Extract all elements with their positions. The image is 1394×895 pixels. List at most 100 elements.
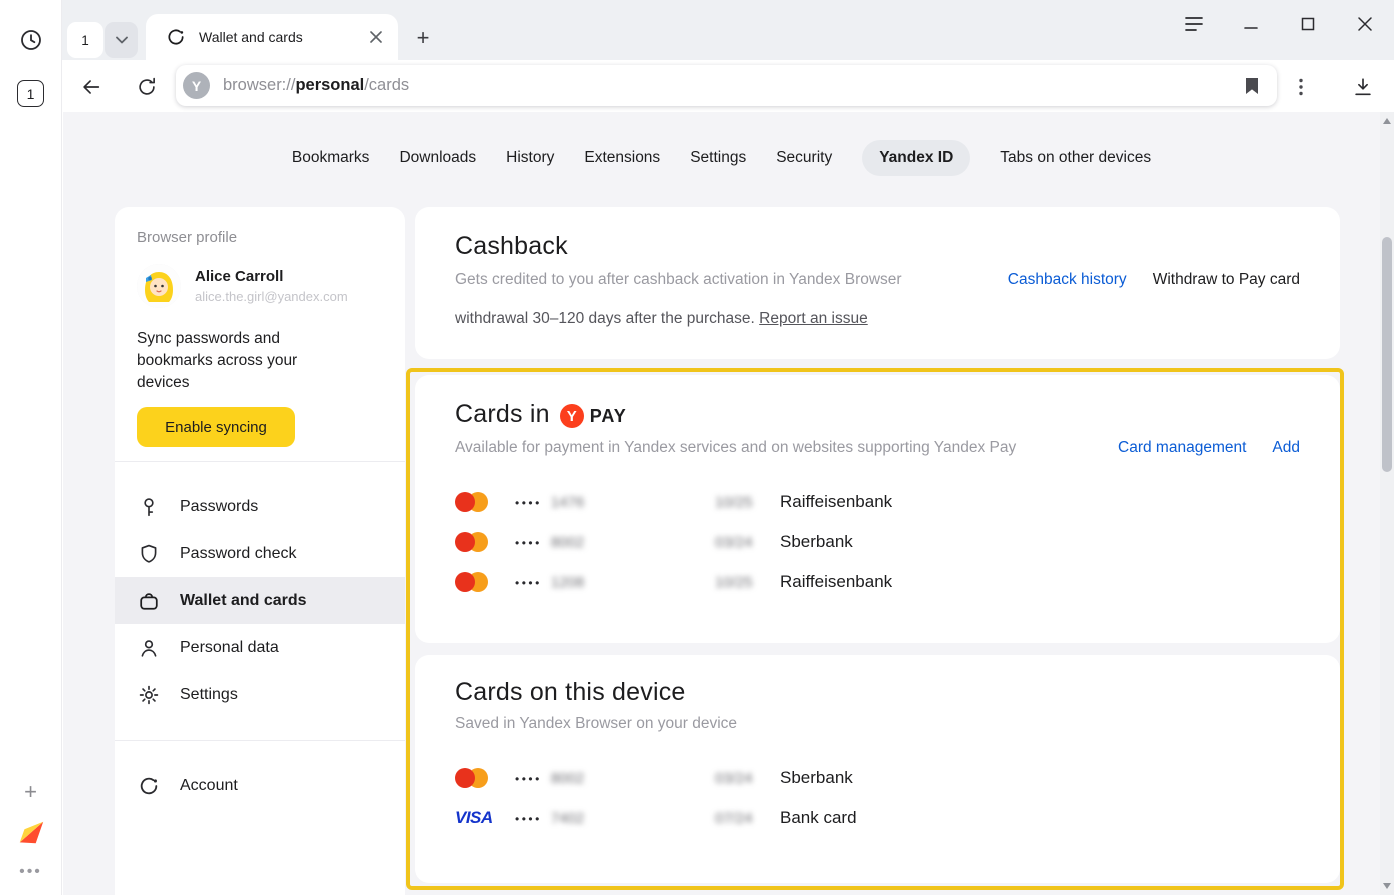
card-management-link[interactable]: Card management <box>1118 439 1246 457</box>
nav-yandex-id-active[interactable]: Yandex ID <box>862 140 970 176</box>
add-card-link[interactable]: Add <box>1272 439 1300 457</box>
card-row[interactable]: ••••1208 10/25 Raiffeisenbank <box>455 562 1300 602</box>
cashback-note: withdrawal 30–120 days after the purchas… <box>455 310 1300 328</box>
downloads-icon[interactable] <box>1350 74 1376 100</box>
gear-icon <box>137 683 161 707</box>
sidebar-item-label: Password check <box>180 545 297 563</box>
tab-wallet-and-cards[interactable]: Wallet and cards <box>146 14 398 60</box>
cashback-history-link[interactable]: Cashback history <box>1008 271 1127 289</box>
tab-count-badge[interactable]: 1 <box>17 80 44 107</box>
nav-history[interactable]: History <box>506 149 554 167</box>
card-last-digits: 1208 <box>551 574 584 591</box>
back-button[interactable] <box>78 74 104 100</box>
card-masked-dots: •••• <box>515 574 542 590</box>
card-row[interactable]: ••••8002 03/24 Sberbank <box>455 522 1300 562</box>
browser-window: 1 + ••• 1 Wallet and cards + <box>0 0 1394 895</box>
url-host: personal <box>295 76 364 94</box>
browser-menu-icon[interactable] <box>1181 11 1207 37</box>
nav-tabs-other-devices[interactable]: Tabs on other devices <box>1000 149 1151 167</box>
card-row[interactable]: VISA ••••7402 07/24 Bank card <box>455 798 1300 838</box>
sidebar-item-label: Personal data <box>180 639 279 657</box>
enable-syncing-button[interactable]: Enable syncing <box>137 407 295 447</box>
tab-group-chevron[interactable] <box>105 22 138 58</box>
person-icon <box>137 636 161 660</box>
cashback-description: Gets credited to you after cashback acti… <box>455 271 982 289</box>
card-row[interactable]: ••••8002 03/24 Sberbank <box>455 758 1300 798</box>
window-controls <box>1181 11 1378 37</box>
window-maximize-button[interactable] <box>1295 11 1321 37</box>
cards-in-pay-card: Cards in Y PAY Available for payment in … <box>415 375 1340 643</box>
window-minimize-button[interactable] <box>1238 11 1264 37</box>
settings-page: Bookmarks Downloads History Extensions S… <box>63 112 1380 895</box>
new-tab-button[interactable]: + <box>408 23 438 53</box>
tab-group-chip: 1 <box>67 22 138 58</box>
scrollbar-down-icon[interactable] <box>1383 883 1391 889</box>
avatar[interactable] <box>137 264 181 308</box>
nav-downloads[interactable]: Downloads <box>399 149 476 167</box>
sidebar-more-icon[interactable]: ••• <box>19 863 42 881</box>
nav-settings[interactable]: Settings <box>690 149 746 167</box>
scrollbar-thumb[interactable] <box>1382 237 1392 472</box>
window-close-button[interactable] <box>1352 11 1378 37</box>
tab-bar: 1 Wallet and cards + <box>62 0 1394 60</box>
withdraw-to-pay-card-link[interactable]: Withdraw to Pay card <box>1153 271 1300 289</box>
sidebar-item-account[interactable]: Account <box>115 762 405 809</box>
card-masked-dots: •••• <box>515 494 542 510</box>
card-expiry: 07/24 <box>715 810 780 827</box>
card-last-digits: 7402 <box>551 810 584 827</box>
yandex-browser-logo[interactable] <box>16 817 46 847</box>
profile-email: alice.the.girl@yandex.com <box>195 289 348 304</box>
card-last-digits: 8002 <box>551 534 584 551</box>
sidebar-item-wallet-and-cards[interactable]: Wallet and cards <box>115 577 405 624</box>
card-row[interactable]: ••••1476 10/25 Raiffeisenbank <box>455 482 1300 522</box>
mastercard-icon <box>455 768 488 788</box>
cards-on-device-card: Cards on this device Saved in Yandex Bro… <box>415 655 1340 883</box>
sidebar-item-label: Settings <box>180 686 238 704</box>
nav-bookmarks[interactable]: Bookmarks <box>292 149 370 167</box>
page-favicon-icon: Y <box>183 72 210 99</box>
nav-security[interactable]: Security <box>776 149 832 167</box>
key-icon <box>137 495 161 519</box>
url-path: /cards <box>364 76 409 94</box>
scrollbar-up-icon[interactable] <box>1383 118 1391 124</box>
pay-card-list: ••••1476 10/25 Raiffeisenbank ••••8002 0… <box>455 482 1300 602</box>
yandex-pay-word: PAY <box>590 406 627 427</box>
report-an-issue-link[interactable]: Report an issue <box>759 310 868 327</box>
mastercard-icon <box>455 492 488 512</box>
tab-close-icon[interactable] <box>364 25 388 49</box>
shield-icon <box>137 542 161 566</box>
card-bank-name: Bank card <box>780 808 857 828</box>
tab-favicon-icon <box>166 27 186 47</box>
profile-name: Alice Carroll <box>195 268 348 285</box>
card-masked-dots: •••• <box>515 534 542 550</box>
sidebar-item-passwords[interactable]: Passwords <box>115 483 405 530</box>
pay-section-title: Cards in <box>455 400 550 429</box>
sidebar-item-personal-data[interactable]: Personal data <box>115 624 405 671</box>
history-clock-icon[interactable] <box>19 28 43 52</box>
address-bar-row: Y browser://personal/cards <box>62 60 1394 112</box>
card-expiry: 03/24 <box>715 770 780 787</box>
cashback-note-text: withdrawal 30–120 days after the purchas… <box>455 310 759 327</box>
tab-count-value: 1 <box>27 86 35 102</box>
address-bar[interactable]: Y browser://personal/cards <box>176 65 1277 106</box>
address-more-icon[interactable] <box>1288 74 1314 100</box>
nav-extensions[interactable]: Extensions <box>584 149 660 167</box>
device-section-description: Saved in Yandex Browser on your device <box>455 715 1300 733</box>
tab-title: Wallet and cards <box>199 29 351 45</box>
device-section-title: Cards on this device <box>455 678 1300 707</box>
card-expiry: 10/25 <box>715 494 780 511</box>
reload-button[interactable] <box>134 74 160 100</box>
sidebar-item-password-check[interactable]: Password check <box>115 530 405 577</box>
tab-group-count[interactable]: 1 <box>67 22 103 58</box>
card-expiry: 10/25 <box>715 574 780 591</box>
url-text: browser://personal/cards <box>223 76 1226 95</box>
visa-icon: VISA <box>455 808 493 828</box>
sidebar-item-label: Passwords <box>180 498 258 516</box>
bookmark-icon[interactable] <box>1239 73 1265 99</box>
cashback-title: Cashback <box>455 232 1300 261</box>
page-scrollbar[interactable] <box>1380 112 1394 895</box>
card-bank-name: Sberbank <box>780 532 853 552</box>
sidebar-item-settings[interactable]: Settings <box>115 671 405 718</box>
sidebar-add-icon[interactable]: + <box>24 783 37 801</box>
browser-profile-label: Browser profile <box>137 229 383 246</box>
